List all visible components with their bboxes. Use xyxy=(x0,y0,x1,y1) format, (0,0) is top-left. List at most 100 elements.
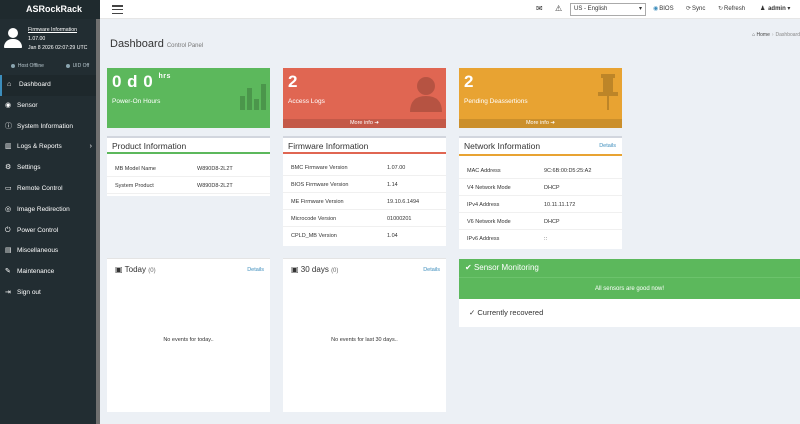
breadcrumb-home[interactable]: Home xyxy=(757,32,770,38)
network-information-panel: Network Information Details MAC Address 9… xyxy=(459,136,622,249)
wrench-icon: ✎ xyxy=(5,268,11,276)
inbox-icon: ▣ xyxy=(115,265,123,274)
avatar-icon xyxy=(4,28,22,48)
power-on-value: 0 d 0 xyxy=(112,72,154,91)
info-row: BIOS Firmware Version 1.14 xyxy=(283,176,446,193)
info-row: V6 Network Mode DHCP xyxy=(459,213,622,230)
sidebar-item-dashboard[interactable]: ⌂ Dashboard xyxy=(0,75,100,96)
firmware-info-link[interactable]: Firmware Information xyxy=(28,26,100,35)
network-information-title: Network Information xyxy=(464,141,541,151)
user-menu[interactable]: ♟ admin ▾ xyxy=(760,5,790,12)
status-row: Host Offline UID Off xyxy=(0,57,100,75)
thirty-days-empty-message: No events for last 30 days.. xyxy=(331,337,398,343)
power-on-hours-box: 0 d 0 hrs Power-On Hours xyxy=(107,68,270,128)
sidebar-item-sensor[interactable]: ◉ Sensor xyxy=(0,96,100,117)
sidebar-item-remote-control[interactable]: ▭ Remote Control xyxy=(0,179,100,200)
thirty-days-events-panel: ▣ 30 days (0) Details No events for last… xyxy=(283,258,446,412)
sidebar-scrollbar[interactable] xyxy=(96,19,100,424)
sidebar-item-settings[interactable]: ⚙ Settings xyxy=(0,158,100,179)
sidebar-item-maintenance[interactable]: ✎ Maintenance xyxy=(0,262,100,283)
check-circle-outline-icon: ✓ xyxy=(469,308,476,317)
today-events-panel: ▣ Today (0) Details No events for today.… xyxy=(107,258,270,412)
pending-deassertions-box: 2 Pending Deassertions More info ➔ xyxy=(459,68,622,128)
firmware-information-title: Firmware Information xyxy=(288,141,369,151)
info-row: System Product W890D8-2L2T xyxy=(107,177,270,194)
language-select[interactable]: US - English ▾ xyxy=(570,3,646,16)
sidebar-item-power-control[interactable]: ⏻ Power Control xyxy=(0,221,100,242)
gear-icon: ⚙ xyxy=(5,164,12,172)
pending-deassertions-label: Pending Deassertions xyxy=(464,98,528,105)
arrow-circle-right-icon: ➔ xyxy=(550,120,556,126)
pending-deassertions-more-info[interactable]: More info ➔ xyxy=(459,119,622,128)
sensor-monitoring-title: ✔ Sensor Monitoring xyxy=(459,259,800,277)
currently-recovered[interactable]: ✓ Currently recovered xyxy=(459,299,800,327)
today-empty-message: No events for today.. xyxy=(163,337,214,343)
access-logs-more-info[interactable]: More info ➔ xyxy=(283,119,446,128)
page-subtitle: Control Panel xyxy=(166,43,204,49)
bar-chart-icon xyxy=(240,84,266,110)
sidebar-item-sign-out[interactable]: ⇥ Sign out xyxy=(0,283,100,304)
host-status-icon xyxy=(10,63,15,68)
check-circle-icon: ✔ xyxy=(465,263,472,272)
network-details-link[interactable]: Details xyxy=(599,143,616,149)
home-icon: ⌂ xyxy=(752,32,756,38)
page-title: Dashboard Control Panel xyxy=(110,38,204,50)
today-details-link[interactable]: Details xyxy=(247,267,264,273)
inbox-icon: ▣ xyxy=(291,265,299,274)
thirty-days-details-link[interactable]: Details xyxy=(423,267,440,273)
chart-icon: ▥ xyxy=(5,143,12,151)
firmware-information-panel: Firmware Information BMC Firmware Versio… xyxy=(283,136,446,246)
info-row: IPv6 Address:: xyxy=(467,236,548,242)
brand-logo[interactable]: ASRockRack xyxy=(0,0,100,19)
bios-button[interactable]: ◉BIOS xyxy=(653,5,674,12)
sensor-monitoring-panel: ✔ Sensor Monitoring All sensors are good… xyxy=(459,259,800,327)
uid-status[interactable]: UID Off xyxy=(65,63,89,69)
sidebar-menu: ⌂ Dashboard ◉ Sensor ⓘ System Information ▥… xyxy=(0,75,100,304)
envelope-icon[interactable]: ✉ xyxy=(536,4,543,13)
access-logs-label: Access Logs xyxy=(288,98,325,105)
pending-deassertions-count: 2 xyxy=(464,72,474,91)
info-row: MB Model Name W890D8-2L2T xyxy=(107,160,270,177)
breadcrumb: ⌂ Home › Dashboard xyxy=(752,32,800,38)
chevron-down-icon: ▾ xyxy=(638,6,642,12)
breadcrumb-current: Dashboard xyxy=(775,32,800,38)
signout-icon: ⇥ xyxy=(5,288,11,296)
sidebar-item-image-redirection[interactable]: ◎ Image Redirection xyxy=(0,200,100,221)
bmc-datetime: Jan 8 2026 02:07:29 UTC xyxy=(28,45,88,51)
info-row: MAC Address 9C:6B:00:D5:25:A2 xyxy=(459,162,622,179)
sync-button[interactable]: ⟳Sync xyxy=(686,5,705,12)
product-information-title: Product Information xyxy=(112,141,187,151)
sidebar-item-miscellaneous[interactable]: ▤ Miscellaneous xyxy=(0,241,100,262)
info-row: V4 Network Mode DHCP xyxy=(459,179,622,196)
top-header: ✉ ⚠ US - English ▾ ◉BIOS ⟳Sync ↻Refresh ♟… xyxy=(100,0,800,19)
access-logs-count: 2 xyxy=(288,72,298,91)
pushpin-icon xyxy=(598,74,618,110)
sync-icon: ⟳ xyxy=(686,6,692,12)
uid-status-icon xyxy=(65,63,70,68)
info-row: ME Firmware Version 19.10.6.1494 xyxy=(283,193,446,210)
sensor-status-message: All sensors are good now! xyxy=(459,277,800,299)
warning-icon[interactable]: ⚠ xyxy=(555,4,562,13)
user-icon: ♟ xyxy=(760,6,766,12)
host-status: Host Offline xyxy=(10,63,44,69)
disc-icon: ◎ xyxy=(5,205,12,213)
access-logs-box: 2 Access Logs More info ➔ xyxy=(283,68,446,128)
bios-icon: ◉ xyxy=(653,6,659,12)
info-icon: ⓘ xyxy=(5,122,12,130)
user-panel: Firmware Information 1.07.00 Jan 8 2026 … xyxy=(0,19,100,57)
dashboard-icon: ⌂ xyxy=(7,81,12,88)
power-icon: ⏻ xyxy=(5,226,11,234)
gauge-icon: ◉ xyxy=(5,101,12,109)
chevron-right-icon: › xyxy=(89,143,92,151)
sidebar: ASRockRack Firmware Information 1.07.00 … xyxy=(0,0,100,424)
product-information-panel: Product Information MB Model Name W890D8-… xyxy=(107,136,270,196)
sidebar-item-system-information[interactable]: ⓘ System Information xyxy=(0,117,100,138)
power-on-unit: hrs xyxy=(158,73,171,80)
refresh-button[interactable]: ↻Refresh xyxy=(718,5,745,12)
sidebar-item-logs-reports[interactable]: ▥ Logs & Reports › xyxy=(0,137,100,158)
monitor-icon: ▭ xyxy=(5,184,12,192)
hamburger-menu-icon[interactable] xyxy=(112,5,123,15)
box-icon: ▤ xyxy=(5,247,12,255)
info-row: Microcode Version 01000201 xyxy=(283,210,446,227)
power-on-label: Power-On Hours xyxy=(112,98,161,105)
